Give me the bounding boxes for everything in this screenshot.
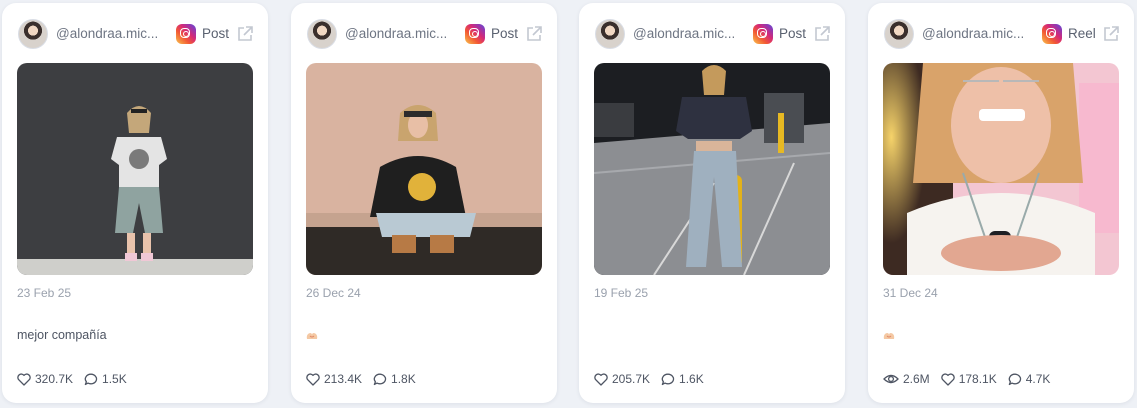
avatar[interactable]: [595, 19, 625, 49]
likes-stat: 178.1K: [940, 372, 997, 386]
external-link-icon[interactable]: [1102, 25, 1120, 43]
comments-stat: 1.8K: [373, 372, 416, 386]
post-card[interactable]: @alondraa.mic... Post: [2, 3, 268, 403]
post-type-label: Post: [202, 26, 230, 41]
comments-stat: 4.7K: [1008, 372, 1051, 386]
avatar[interactable]: [884, 19, 914, 49]
instagram-icon: [176, 24, 196, 44]
comment-icon: [373, 373, 387, 385]
post-type-label: Post: [491, 26, 519, 41]
card-header: @alondraa.mic... Post: [307, 19, 545, 49]
likes-stat: 213.4K: [306, 372, 362, 386]
comments-count: 1.5K: [102, 372, 127, 386]
card-header: @alondraa.mic... Post: [18, 19, 256, 49]
posts-grid: @alondraa.mic... Post 23 Feb 25 mejor co…: [0, 0, 1137, 408]
heart-icon: [940, 372, 955, 386]
post-image[interactable]: [594, 63, 830, 275]
likes-count: 213.4K: [324, 372, 363, 386]
instagram-icon: [753, 24, 773, 44]
post-card[interactable]: @alondraa.mic... Reel 31 Dec 24 2.6M 178…: [868, 3, 1134, 403]
comments-stat: 1.6K: [661, 372, 704, 386]
post-stats: 205.7K 1.6K: [594, 371, 715, 387]
comment-icon: [661, 373, 675, 385]
post-caption: mejor compañía: [17, 328, 107, 342]
post-card[interactable]: @alondraa.mic... Post 26 Dec 24 213.4K 1…: [291, 3, 557, 403]
profile-handle[interactable]: @alondraa.mic...: [922, 26, 1032, 41]
post-date: 19 Feb 25: [594, 286, 649, 300]
avatar[interactable]: [307, 19, 337, 49]
eye-icon: [883, 374, 899, 384]
likes-stat: 320.7K: [17, 372, 73, 386]
instagram-icon: [1042, 24, 1062, 44]
post-type-label: Reel: [1068, 26, 1096, 41]
heart-hands-emoji: [306, 333, 318, 339]
post-date: 26 Dec 24: [306, 286, 361, 300]
heart-icon: [17, 372, 31, 386]
comment-icon: [1008, 373, 1021, 385]
views-stat: 2.6M: [883, 372, 930, 386]
instagram-icon: [465, 24, 485, 44]
card-header: @alondraa.mic... Post: [595, 19, 833, 49]
external-link-icon[interactable]: [525, 25, 543, 43]
heart-icon: [594, 372, 608, 386]
profile-handle[interactable]: @alondraa.mic...: [633, 26, 743, 41]
likes-count: 178.1K: [958, 372, 997, 386]
post-stats: 213.4K 1.8K: [306, 371, 427, 387]
profile-handle[interactable]: @alondraa.mic...: [345, 26, 455, 41]
likes-count: 205.7K: [612, 372, 651, 386]
post-stats: 320.7K 1.5K: [17, 371, 138, 387]
post-image[interactable]: [17, 63, 253, 275]
post-date: 23 Feb 25: [17, 286, 72, 300]
external-link-icon[interactable]: [813, 25, 831, 43]
comment-icon: [84, 373, 98, 385]
post-video-thumbnail[interactable]: [883, 63, 1119, 275]
external-link-icon[interactable]: [236, 25, 254, 43]
post-date: 31 Dec 24: [883, 286, 938, 300]
post-image[interactable]: [306, 63, 542, 275]
card-header: @alondraa.mic... Reel: [884, 19, 1122, 49]
comments-count: 1.6K: [679, 372, 704, 386]
comments-stat: 1.5K: [84, 372, 127, 386]
post-card[interactable]: @alondraa.mic... Post: [579, 3, 845, 403]
likes-count: 320.7K: [35, 372, 74, 386]
likes-stat: 205.7K: [594, 372, 650, 386]
comments-count: 4.7K: [1025, 372, 1051, 386]
heart-hands-emoji: [883, 333, 895, 339]
profile-handle[interactable]: @alondraa.mic...: [56, 26, 166, 41]
post-stats: 2.6M 178.1K 4.7K: [883, 371, 1061, 387]
views-count: 2.6M: [903, 372, 930, 386]
avatar[interactable]: [18, 19, 48, 49]
heart-icon: [306, 372, 320, 386]
post-type-label: Post: [779, 26, 807, 41]
comments-count: 1.8K: [391, 372, 416, 386]
